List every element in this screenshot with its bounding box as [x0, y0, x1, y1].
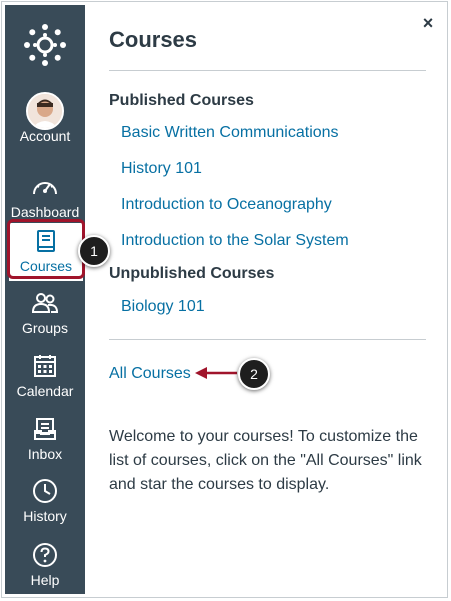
help-icon: [5, 539, 85, 571]
title-divider: [109, 70, 426, 71]
close-icon: ×: [422, 13, 434, 33]
global-nav: Account Dashboard Courses Groups Calenda…: [5, 5, 85, 594]
close-tray-button[interactable]: ×: [416, 11, 440, 35]
groups-icon: [5, 287, 85, 319]
dashboard-icon: [5, 171, 85, 203]
courses-tray: × Courses Published Courses Basic Writte…: [85, 5, 446, 596]
nav-label-groups: Groups: [22, 320, 68, 336]
account-avatar: [26, 92, 64, 130]
course-link[interactable]: Biology 101: [121, 298, 205, 316]
nav-item-account[interactable]: Account: [5, 92, 85, 153]
canvas-logo-icon[interactable]: [23, 23, 67, 67]
course-link[interactable]: Basic Written Communications: [121, 124, 339, 142]
calendar-icon: [5, 350, 85, 382]
course-link[interactable]: Introduction to the Solar System: [121, 232, 349, 250]
courses-highlight-box: [7, 219, 85, 279]
tray-title: Courses: [109, 27, 198, 52]
nav-item-calendar[interactable]: Calendar: [5, 350, 85, 408]
nav-item-history[interactable]: History: [5, 475, 85, 533]
all-courses-link[interactable]: All Courses: [109, 365, 191, 383]
nav-item-inbox[interactable]: Inbox: [5, 413, 85, 471]
history-icon: [5, 475, 85, 507]
nav-item-groups[interactable]: Groups: [5, 287, 85, 345]
section-divider: [109, 339, 426, 340]
welcome-text: Welcome to your courses! To customize th…: [109, 428, 422, 493]
arrow-left-icon: [195, 367, 237, 379]
nav-label-inbox: Inbox: [27, 446, 63, 462]
unpublished-courses-heading: Unpublished Courses: [109, 265, 275, 282]
nav-label-calendar: Calendar: [16, 383, 74, 399]
inbox-icon: [5, 413, 85, 445]
nav-label-history: History: [23, 508, 67, 524]
course-link[interactable]: History 101: [121, 160, 202, 178]
course-link[interactable]: Introduction to Oceanography: [121, 196, 332, 214]
nav-label-help: Help: [30, 572, 60, 588]
callout-badge-2: 2: [238, 358, 270, 390]
published-courses-heading: Published Courses: [109, 92, 254, 109]
nav-label-account: Account: [19, 128, 71, 144]
nav-item-help[interactable]: Help: [5, 539, 85, 597]
